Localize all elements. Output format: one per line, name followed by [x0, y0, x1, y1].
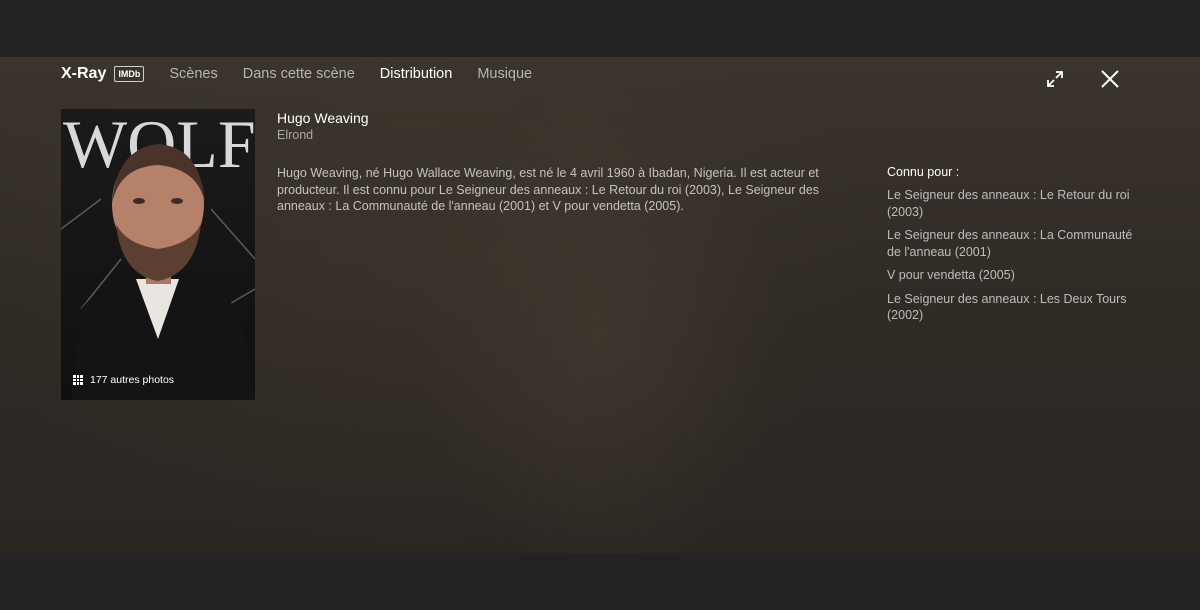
more-photos-label: 177 autres photos	[90, 374, 175, 386]
close-icon[interactable]	[1099, 68, 1121, 90]
imdb-badge: IMDb	[114, 66, 145, 82]
xray-nav: X-Ray IMDb Scènes Dans cette scène Distr…	[61, 63, 532, 85]
top-letterbox	[0, 0, 1200, 57]
known-for-item[interactable]: V pour vendetta (2005)	[887, 267, 1147, 284]
xray-title: X-Ray	[61, 65, 107, 82]
more-photos-link[interactable]: 177 autres photos	[73, 374, 174, 386]
known-for-heading: Connu pour :	[887, 165, 960, 179]
known-for-item[interactable]: Le Seigneur des anneaux : Les Deux Tours…	[887, 291, 1147, 324]
known-for-item[interactable]: Le Seigneur des anneaux : La Communauté …	[887, 227, 1147, 260]
tab-cast[interactable]: Distribution	[380, 66, 453, 82]
known-for-item[interactable]: Le Seigneur des anneaux : Le Retour du r…	[887, 187, 1147, 220]
actor-role: Elrond	[277, 128, 314, 142]
bottom-letterbox	[0, 553, 1200, 610]
actor-name: Hugo Weaving	[277, 110, 369, 126]
tab-scenes[interactable]: Scènes	[169, 66, 217, 82]
known-for-section: Connu pour : Le Seigneur des anneaux : L…	[887, 165, 1147, 331]
actor-bio: Hugo Weaving, né Hugo Wallace Weaving, e…	[277, 166, 820, 213]
expand-icon[interactable]	[1045, 69, 1065, 89]
actor-photo[interactable]: WOLF 177 autres photos	[61, 109, 255, 400]
tab-in-this-scene[interactable]: Dans cette scène	[243, 66, 355, 82]
grid-icon	[73, 375, 83, 385]
tab-music[interactable]: Musique	[477, 66, 532, 82]
